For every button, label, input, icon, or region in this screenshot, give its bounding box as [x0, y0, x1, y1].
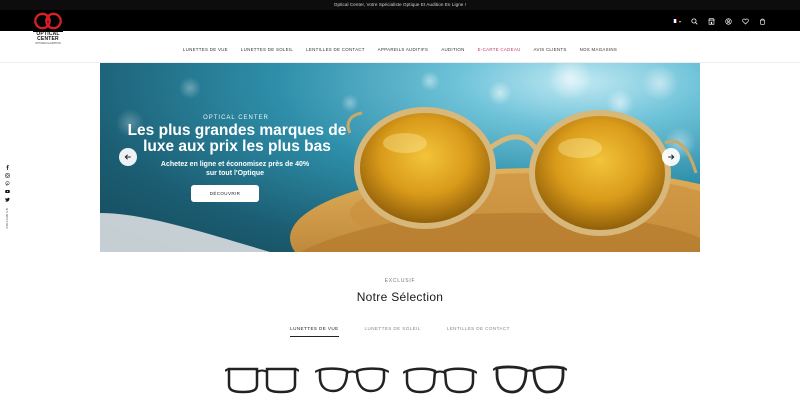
hero-subtitle: Achetez en ligne et économisez près de 4… — [160, 161, 310, 177]
product-card[interactable] — [492, 363, 568, 395]
announcement-bar: Optical Center, Votre Spécialiste Optiqu… — [0, 0, 800, 10]
hero-image — [100, 63, 700, 252]
carousel-prev-button[interactable] — [119, 148, 137, 166]
logo-mark-icon — [33, 10, 63, 32]
arrow-right-icon — [668, 154, 675, 160]
glasses-image — [492, 365, 568, 394]
language-selector[interactable]: ▾ — [673, 17, 681, 25]
account-icon[interactable] — [724, 17, 732, 25]
selection-tabs: LUNETTES DE VUE LUNETTES DE SOLEIL LENTI… — [0, 326, 800, 337]
hero-title: Les plus grandes marques de luxe aux pri… — [127, 122, 347, 155]
selection-title: Notre Sélection — [356, 290, 444, 304]
arrow-left-icon — [124, 154, 131, 160]
nav-item-lunettes-de-soleil[interactable]: LUNETTES DE SOLEIL — [241, 45, 293, 55]
announcement-text: Optical Center, Votre Spécialiste Optiqu… — [333, 2, 467, 7]
logo-name: OPTICAL CENTER — [36, 31, 60, 42]
pinterest-icon[interactable] — [5, 181, 10, 186]
header: ▾ — [0, 10, 800, 31]
heart-icon[interactable] — [741, 17, 749, 25]
nav-item-avis-clients[interactable]: AVIS CLIENTS — [534, 45, 567, 55]
hero-banner: OPTICAL CENTER Les plus grandes marques … — [100, 63, 700, 252]
header-icons: ▾ — [673, 16, 766, 26]
nav-item-lunettes-de-vue[interactable]: LUNETTES DE VUE — [183, 45, 228, 55]
facebook-icon[interactable] — [5, 165, 10, 170]
selection-kicker: EXCLUSIF — [384, 278, 416, 284]
tab-lentilles-de-contact[interactable]: LENTILLES DE CONTACT — [447, 326, 510, 337]
product-card[interactable] — [314, 363, 390, 395]
nav-item-lentilles-de-contact[interactable]: LENTILLES DE CONTACT — [306, 45, 365, 55]
product-card[interactable] — [402, 363, 478, 395]
glasses-image — [402, 367, 478, 394]
product-list — [224, 363, 575, 397]
carousel-next-button[interactable] — [662, 148, 680, 166]
flag-fr-icon — [673, 19, 677, 23]
main-nav: LUNETTES DE VUE LUNETTES DE SOLEIL LENTI… — [0, 45, 800, 55]
discover-button[interactable]: DÉCOUVRIR — [191, 185, 259, 202]
nav-item-audition[interactable]: AUDITION — [441, 45, 464, 55]
social-rail: FOLLOW US — [3, 165, 11, 228]
nav-item-nos-magasins[interactable]: NOS MAGASINS — [580, 45, 618, 55]
cart-icon[interactable] — [758, 17, 766, 25]
product-card[interactable] — [224, 363, 300, 395]
instagram-icon[interactable] — [4, 173, 10, 178]
search-icon[interactable] — [690, 17, 698, 25]
logo[interactable]: OPTICAL CENTER OPTICIEN & AUDITION — [29, 10, 67, 50]
hero-kicker: OPTICAL CENTER — [203, 115, 269, 121]
tab-lunettes-de-soleil[interactable]: LUNETTES DE SOLEIL — [365, 326, 421, 337]
tab-lunettes-de-vue[interactable]: LUNETTES DE VUE — [290, 326, 339, 337]
follow-us-label: FOLLOW US — [5, 208, 9, 229]
chevron-down-icon: ▾ — [678, 18, 681, 24]
store-icon[interactable] — [707, 17, 715, 25]
twitter-icon[interactable] — [4, 197, 10, 202]
glasses-image — [314, 367, 390, 393]
youtube-icon[interactable] — [4, 189, 10, 194]
nav-item-e-carte-cadeau[interactable]: E-CARTE CADEAU — [478, 45, 521, 55]
nav-item-appareils-auditifs[interactable]: APPAREILS AUDITIFS — [378, 45, 428, 55]
glasses-image — [224, 367, 300, 394]
